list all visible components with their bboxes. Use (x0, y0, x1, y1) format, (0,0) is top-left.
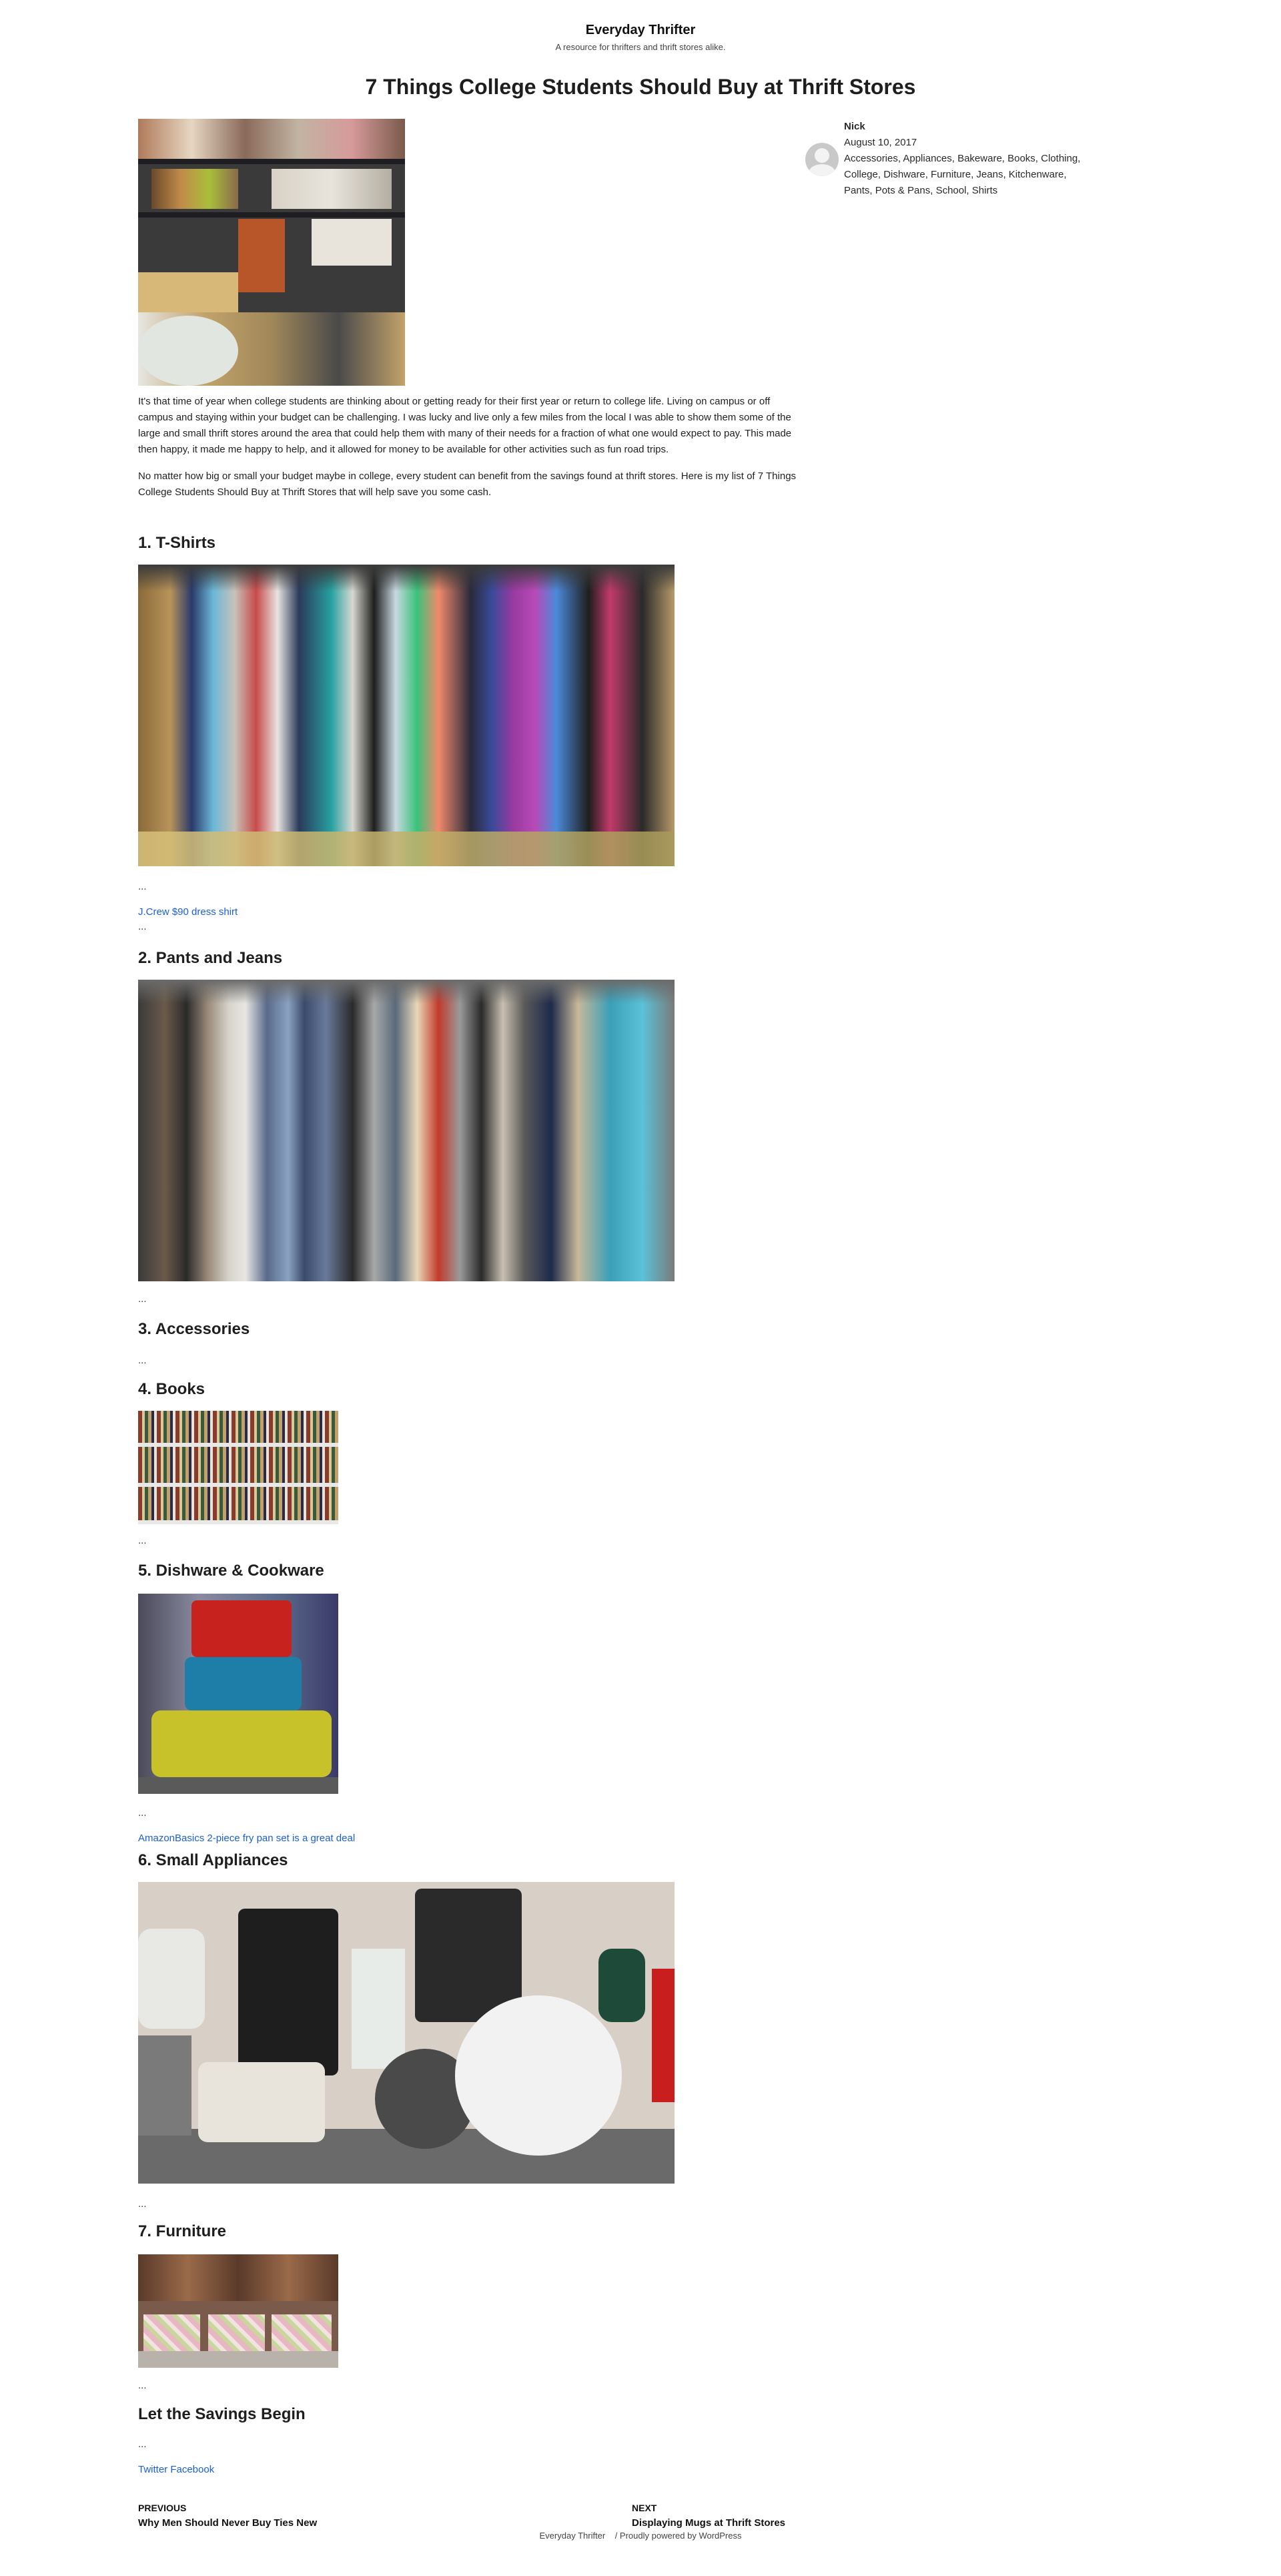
ellipsis-accessories: ... (138, 1355, 147, 1366)
author-meta: Nick August 10, 2017 Accessories, Applia… (844, 119, 1086, 199)
section-heading-appliances: 6. Small Appliances (138, 1851, 288, 1869)
site-footer: Everyday Thrifter / Proudly powered by W… (0, 2531, 1281, 2541)
nav-previous-title[interactable]: Why Men Should Never Buy Ties New (138, 2517, 317, 2529)
image-pyrex-dishes (138, 1594, 338, 1794)
site-title[interactable]: Everyday Thrifter (0, 23, 1281, 38)
site-header: Everyday Thrifter A resource for thrifte… (0, 0, 1281, 52)
nav-next-label: NEXT (632, 2503, 657, 2513)
default-user-avatar-icon (805, 143, 839, 176)
ellipsis-tshirts-2: ... (138, 921, 147, 932)
section-heading-furniture: 7. Furniture (138, 2222, 227, 2240)
ellipsis-dishware: ... (138, 1807, 147, 1819)
ellipsis-savings: ... (138, 2439, 147, 2450)
share-links[interactable]: Twitter Facebook (138, 2464, 214, 2475)
ellipsis-tshirts: ... (138, 881, 147, 892)
image-pants-rack (138, 980, 675, 1281)
section-heading-dishware: 5. Dishware & Cookware (138, 1562, 324, 1580)
featured-image-thrift-shelves (138, 119, 405, 386)
ellipsis-furniture: ... (138, 2380, 147, 2391)
intro-paragraph-1: It's that time of year when college stud… (138, 396, 792, 455)
link-jcrew-dress-shirt[interactable]: J.Crew $90 dress shirt (138, 906, 238, 918)
nav-next[interactable]: NEXT Displaying Mugs at Thrift Stores (632, 2503, 785, 2529)
section-heading-pants-jeans: 2. Pants and Jeans (138, 949, 283, 967)
intro-paragraph-2: No matter how big or small your budget m… (138, 470, 797, 498)
link-amazonbasics-fry-pan[interactable]: AmazonBasics 2-piece fry pan set is a gr… (138, 1833, 355, 1844)
footer-powered-by[interactable]: / Proudly powered by WordPress (615, 2531, 742, 2541)
post-date[interactable]: August 10, 2017 (844, 135, 1086, 151)
nav-previous[interactable]: PREVIOUS Why Men Should Never Buy Ties N… (138, 2503, 317, 2529)
post-meta-sidebar: Nick August 10, 2017 Accessories, Applia… (805, 119, 1086, 199)
section-heading-accessories: 3. Accessories (138, 1320, 250, 1338)
nav-next-title[interactable]: Displaying Mugs at Thrift Stores (632, 2517, 785, 2529)
author-name[interactable]: Nick (844, 119, 1086, 135)
image-clothing-rack (138, 565, 675, 866)
ellipsis-appliances: ... (138, 2198, 147, 2210)
section-heading-books: 4. Books (138, 1380, 205, 1398)
post-title: 7 Things College Students Should Buy at … (365, 75, 916, 99)
intro-text: It's that time of year when college stud… (138, 394, 799, 501)
image-dining-chairs (138, 2254, 338, 2368)
site-tagline: A resource for thrifters and thrift stor… (555, 42, 726, 52)
post-categories[interactable]: Accessories, Appliances, Bakeware, Books… (844, 151, 1086, 199)
ellipsis-books: ... (138, 1535, 147, 1546)
image-small-appliances (138, 1882, 675, 2184)
author-block: Nick August 10, 2017 Accessories, Applia… (805, 119, 1086, 199)
image-bookshelf (138, 1411, 338, 1524)
section-heading-savings: Let the Savings Begin (138, 2405, 306, 2423)
section-heading-tshirts: 1. T-Shirts (138, 534, 216, 552)
ellipsis-pants: ... (138, 1293, 147, 1305)
footer-site-title[interactable]: Everyday Thrifter (540, 2531, 606, 2541)
nav-previous-label: PREVIOUS (138, 2503, 187, 2513)
